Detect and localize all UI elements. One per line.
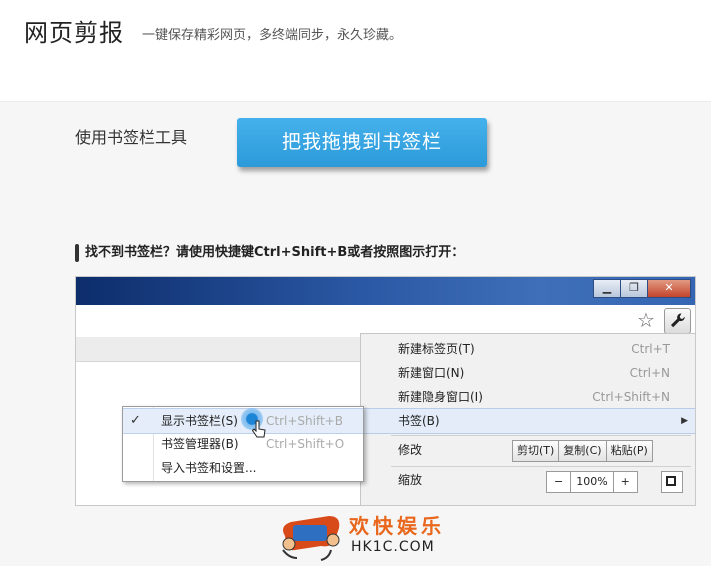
wrench-icon[interactable] xyxy=(664,308,691,334)
menu-row-edit: 修改 剪切(T) 复制(C) 粘贴(P) xyxy=(361,438,695,462)
watermark-name: 欢快娱乐 xyxy=(349,514,445,538)
tab-strip xyxy=(76,337,360,362)
menu-separator xyxy=(391,466,691,467)
submenu-item-bookmark-manager[interactable]: 书签管理器(B) Ctrl+Shift+O xyxy=(123,432,363,456)
shortcut-hint: 找不到书签栏？请使用快捷键Ctrl+Shift+B或者按照图示打开： xyxy=(75,244,464,262)
zoom-in-button[interactable]: + xyxy=(612,471,638,493)
chevron-right-icon: ▶ xyxy=(681,416,688,426)
star-icon[interactable]: ☆ xyxy=(637,308,655,332)
menu-separator xyxy=(391,435,691,436)
window-titlebar: ▁ ❐ ✕ xyxy=(76,277,695,305)
zoom-out-button[interactable]: − xyxy=(546,471,572,493)
menu-item-bookmarks[interactable]: 书签(B) ▶ xyxy=(361,408,695,434)
submenu-item-import-bookmarks[interactable]: 导入书签和设置... xyxy=(123,456,363,480)
drag-to-bookmark-button[interactable]: 把我拖拽到书签栏 xyxy=(237,118,487,167)
zoom-level: 100% xyxy=(570,471,614,493)
fullscreen-icon[interactable] xyxy=(661,471,683,493)
window-controls: ▁ ❐ ✕ xyxy=(593,279,691,298)
maximize-icon[interactable]: ❐ xyxy=(620,279,648,298)
edit-buttons: 剪切(T) 复制(C) 粘贴(P) xyxy=(512,440,653,462)
hint-bar xyxy=(75,244,79,262)
page-title: 网页剪报 xyxy=(24,19,124,47)
wrench-glyph xyxy=(671,313,685,328)
site-watermark: 欢快娱乐 HK1C.COM xyxy=(275,506,445,562)
copy-button[interactable]: 复制(C) xyxy=(558,440,607,462)
menu-item-new-window[interactable]: 新建窗口(N) Ctrl+N xyxy=(361,361,695,385)
gamepad-logo-icon xyxy=(282,516,340,561)
tagline: 一键保存精彩网页，多终端同步，永久珍藏。 xyxy=(142,28,403,43)
header: 网页剪报 一键保存精彩网页，多终端同步，永久珍藏。 xyxy=(0,0,711,102)
close-icon[interactable]: ✕ xyxy=(647,279,691,298)
menu-row-zoom: 缩放 − 100% + xyxy=(361,468,695,493)
zoom-controls: − 100% + xyxy=(546,471,638,493)
paste-button[interactable]: 粘贴(P) xyxy=(605,440,653,462)
bookmark-tool-label: 使用书签栏工具 xyxy=(75,128,188,147)
minimize-icon[interactable]: ▁ xyxy=(593,279,621,298)
cut-button[interactable]: 剪切(T) xyxy=(512,440,560,462)
shortcut-hint-text: 找不到书签栏？请使用快捷键Ctrl+Shift+B或者按照图示打开： xyxy=(85,245,465,260)
chrome-menu: 新建标签页(T) Ctrl+T 新建窗口(N) Ctrl+N 新建隐身窗口(I)… xyxy=(360,333,695,505)
menu-item-new-tab[interactable]: 新建标签页(T) Ctrl+T xyxy=(361,337,695,361)
hand-cursor-icon xyxy=(252,420,266,438)
menu-item-new-incognito[interactable]: 新建隐身窗口(I) Ctrl+Shift+N xyxy=(361,385,695,409)
checkmark-icon: ✓ xyxy=(130,413,141,428)
watermark-site: HK1C.COM xyxy=(351,539,435,555)
